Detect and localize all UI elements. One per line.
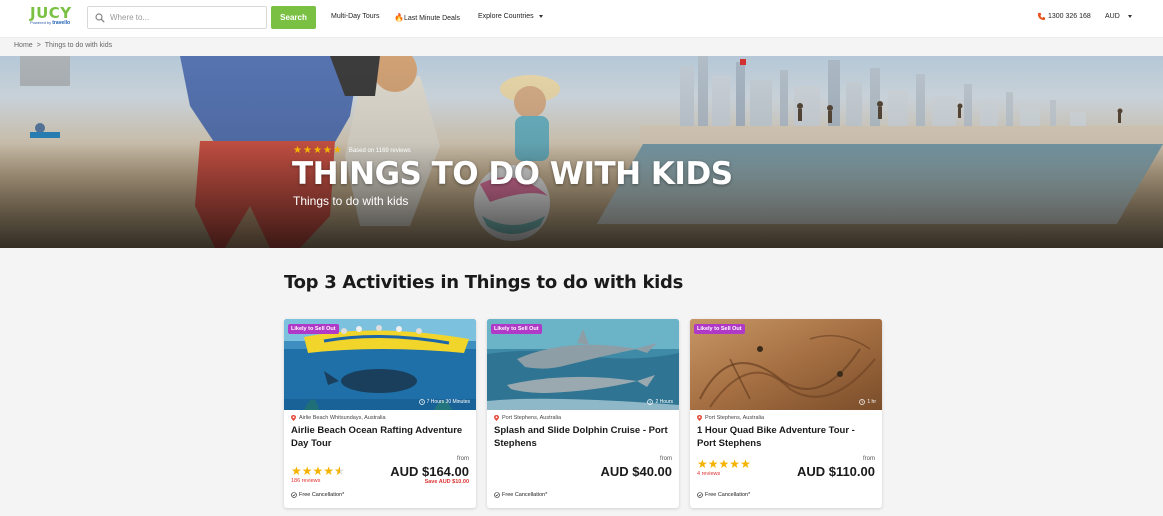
breadcrumb-current: Things to do with kids [44, 42, 113, 49]
from-label: from [863, 456, 875, 462]
star-icon: ★ [718, 457, 730, 471]
chevron-down-icon [538, 14, 543, 18]
clock-icon [647, 399, 654, 405]
activity-card[interactable]: Likely to Sell Out 7 Hours 30 Minutes Ai… [284, 319, 476, 508]
star-icon: ★ [323, 464, 335, 478]
likely-to-sell-out-badge: Likely to Sell Out [288, 324, 339, 334]
section-title: Top 3 Activities in Things to do with ki… [284, 272, 684, 293]
star-icon: ★ [707, 457, 719, 471]
star-icon: ★ [302, 145, 312, 156]
star-icon: ★ [301, 464, 313, 478]
hero-subtitle: Things to do with kids [293, 194, 409, 208]
activity-title[interactable]: 1 Hour Quad Bike Adventure Tour - Port S… [697, 424, 875, 450]
hero-overlay [0, 56, 1163, 248]
savings-label: Save AUD $10.00 [424, 479, 469, 485]
star-icon: ★ [312, 464, 324, 478]
activity-card[interactable]: Likely to Sell Out 1 hr Port Stephens, A… [690, 319, 882, 508]
currency-selector[interactable]: AUD [1105, 13, 1132, 20]
location-pin-icon [291, 415, 296, 421]
star-icon: ★ [697, 457, 708, 471]
likely-to-sell-out-badge: Likely to Sell Out [694, 324, 745, 334]
hero-rating: ★ ★ ★ ★ ★ Based on 1169 reviews [293, 146, 411, 156]
from-label: from [660, 456, 672, 462]
duration-label: 2 Hours [647, 399, 673, 405]
breadcrumb: Home > Things to do with kids [14, 42, 113, 49]
search-box [87, 6, 267, 29]
free-cancellation: Free Cancellation* [291, 492, 344, 498]
star-icon: ★ [332, 145, 342, 156]
star-icon: ★ [322, 145, 332, 156]
activity-image[interactable]: Likely to Sell Out 7 Hours 30 Minutes [284, 319, 476, 410]
star-icon: ★ [729, 457, 741, 471]
location: Port Stephens, Australia [494, 415, 561, 421]
hero-banner [0, 56, 1163, 248]
activity-title[interactable]: Splash and Slide Dolphin Cruise - Port S… [494, 424, 672, 450]
from-label: from [457, 456, 469, 462]
location: Port Stephens, Australia [697, 415, 764, 421]
site-header: JUCY Powered by travello Search Multi-Da… [0, 0, 1163, 38]
search-icon [95, 12, 105, 23]
activity-card[interactable]: Likely to Sell Out 2 Hours Port Stephens… [487, 319, 679, 508]
price: AUD $110.00 [796, 464, 875, 479]
nav-explore-countries[interactable]: Explore Countries [478, 13, 543, 20]
activity-title[interactable]: Airlie Beach Ocean Rafting Adventure Day… [291, 424, 469, 450]
review-count[interactable]: 4 reviews [697, 471, 720, 477]
duration-label: 1 hr [859, 399, 876, 405]
star-icon: ★ [740, 457, 751, 471]
location: Airlie Beach Whitsundays, Australia [291, 415, 386, 421]
likely-to-sell-out-badge: Likely to Sell Out [491, 324, 542, 334]
price: AUD $40.00 [600, 464, 672, 479]
search-button[interactable]: Search [271, 6, 316, 29]
free-cancellation: Free Cancellation* [494, 492, 547, 498]
location-pin-icon [697, 415, 702, 421]
location-pin-icon [494, 415, 499, 421]
clock-icon [859, 399, 866, 405]
review-count[interactable]: 186 reviews [291, 478, 320, 484]
logo-wordmark: JUCY [30, 4, 72, 22]
nav-last-minute-deals[interactable]: 🔥Last Minute Deals [394, 13, 460, 22]
activity-image[interactable]: Likely to Sell Out 1 hr [690, 319, 882, 410]
fire-icon: 🔥 [394, 13, 404, 22]
nav-multi-day-tours[interactable]: Multi-Day Tours [331, 13, 380, 20]
star-icon: ★ [291, 464, 302, 478]
jucy-logo[interactable]: JUCY Powered by travello [30, 6, 76, 28]
search-input[interactable] [110, 13, 260, 22]
phone-icon [1037, 12, 1046, 21]
duration-label: 7 Hours 30 Minutes [418, 399, 470, 405]
hero-review-count: Based on 1169 reviews [348, 148, 411, 154]
breadcrumb-home[interactable]: Home [14, 42, 33, 49]
check-circle-icon [494, 492, 500, 498]
logo-tagline: Powered by travello [30, 20, 71, 26]
phone-link[interactable]: 1300 326 168 [1037, 12, 1091, 21]
hero-title: THINGS TO DO WITH KIDS [292, 156, 733, 192]
clock-icon [418, 399, 425, 405]
price: AUD $164.00 [390, 464, 469, 479]
chevron-down-icon [1127, 14, 1132, 18]
star-rating: ★ ★ ★ ★ ★ [697, 458, 751, 470]
free-cancellation: Free Cancellation* [697, 492, 750, 498]
star-rating: ★ ★ ★ ★ ★ [291, 465, 345, 477]
half-star-icon: ★ [334, 465, 345, 477]
star-icon: ★ [312, 145, 322, 156]
star-icon: ★ [293, 145, 302, 156]
check-circle-icon [697, 492, 703, 498]
check-circle-icon [291, 492, 297, 498]
activity-image[interactable]: Likely to Sell Out 2 Hours [487, 319, 679, 410]
